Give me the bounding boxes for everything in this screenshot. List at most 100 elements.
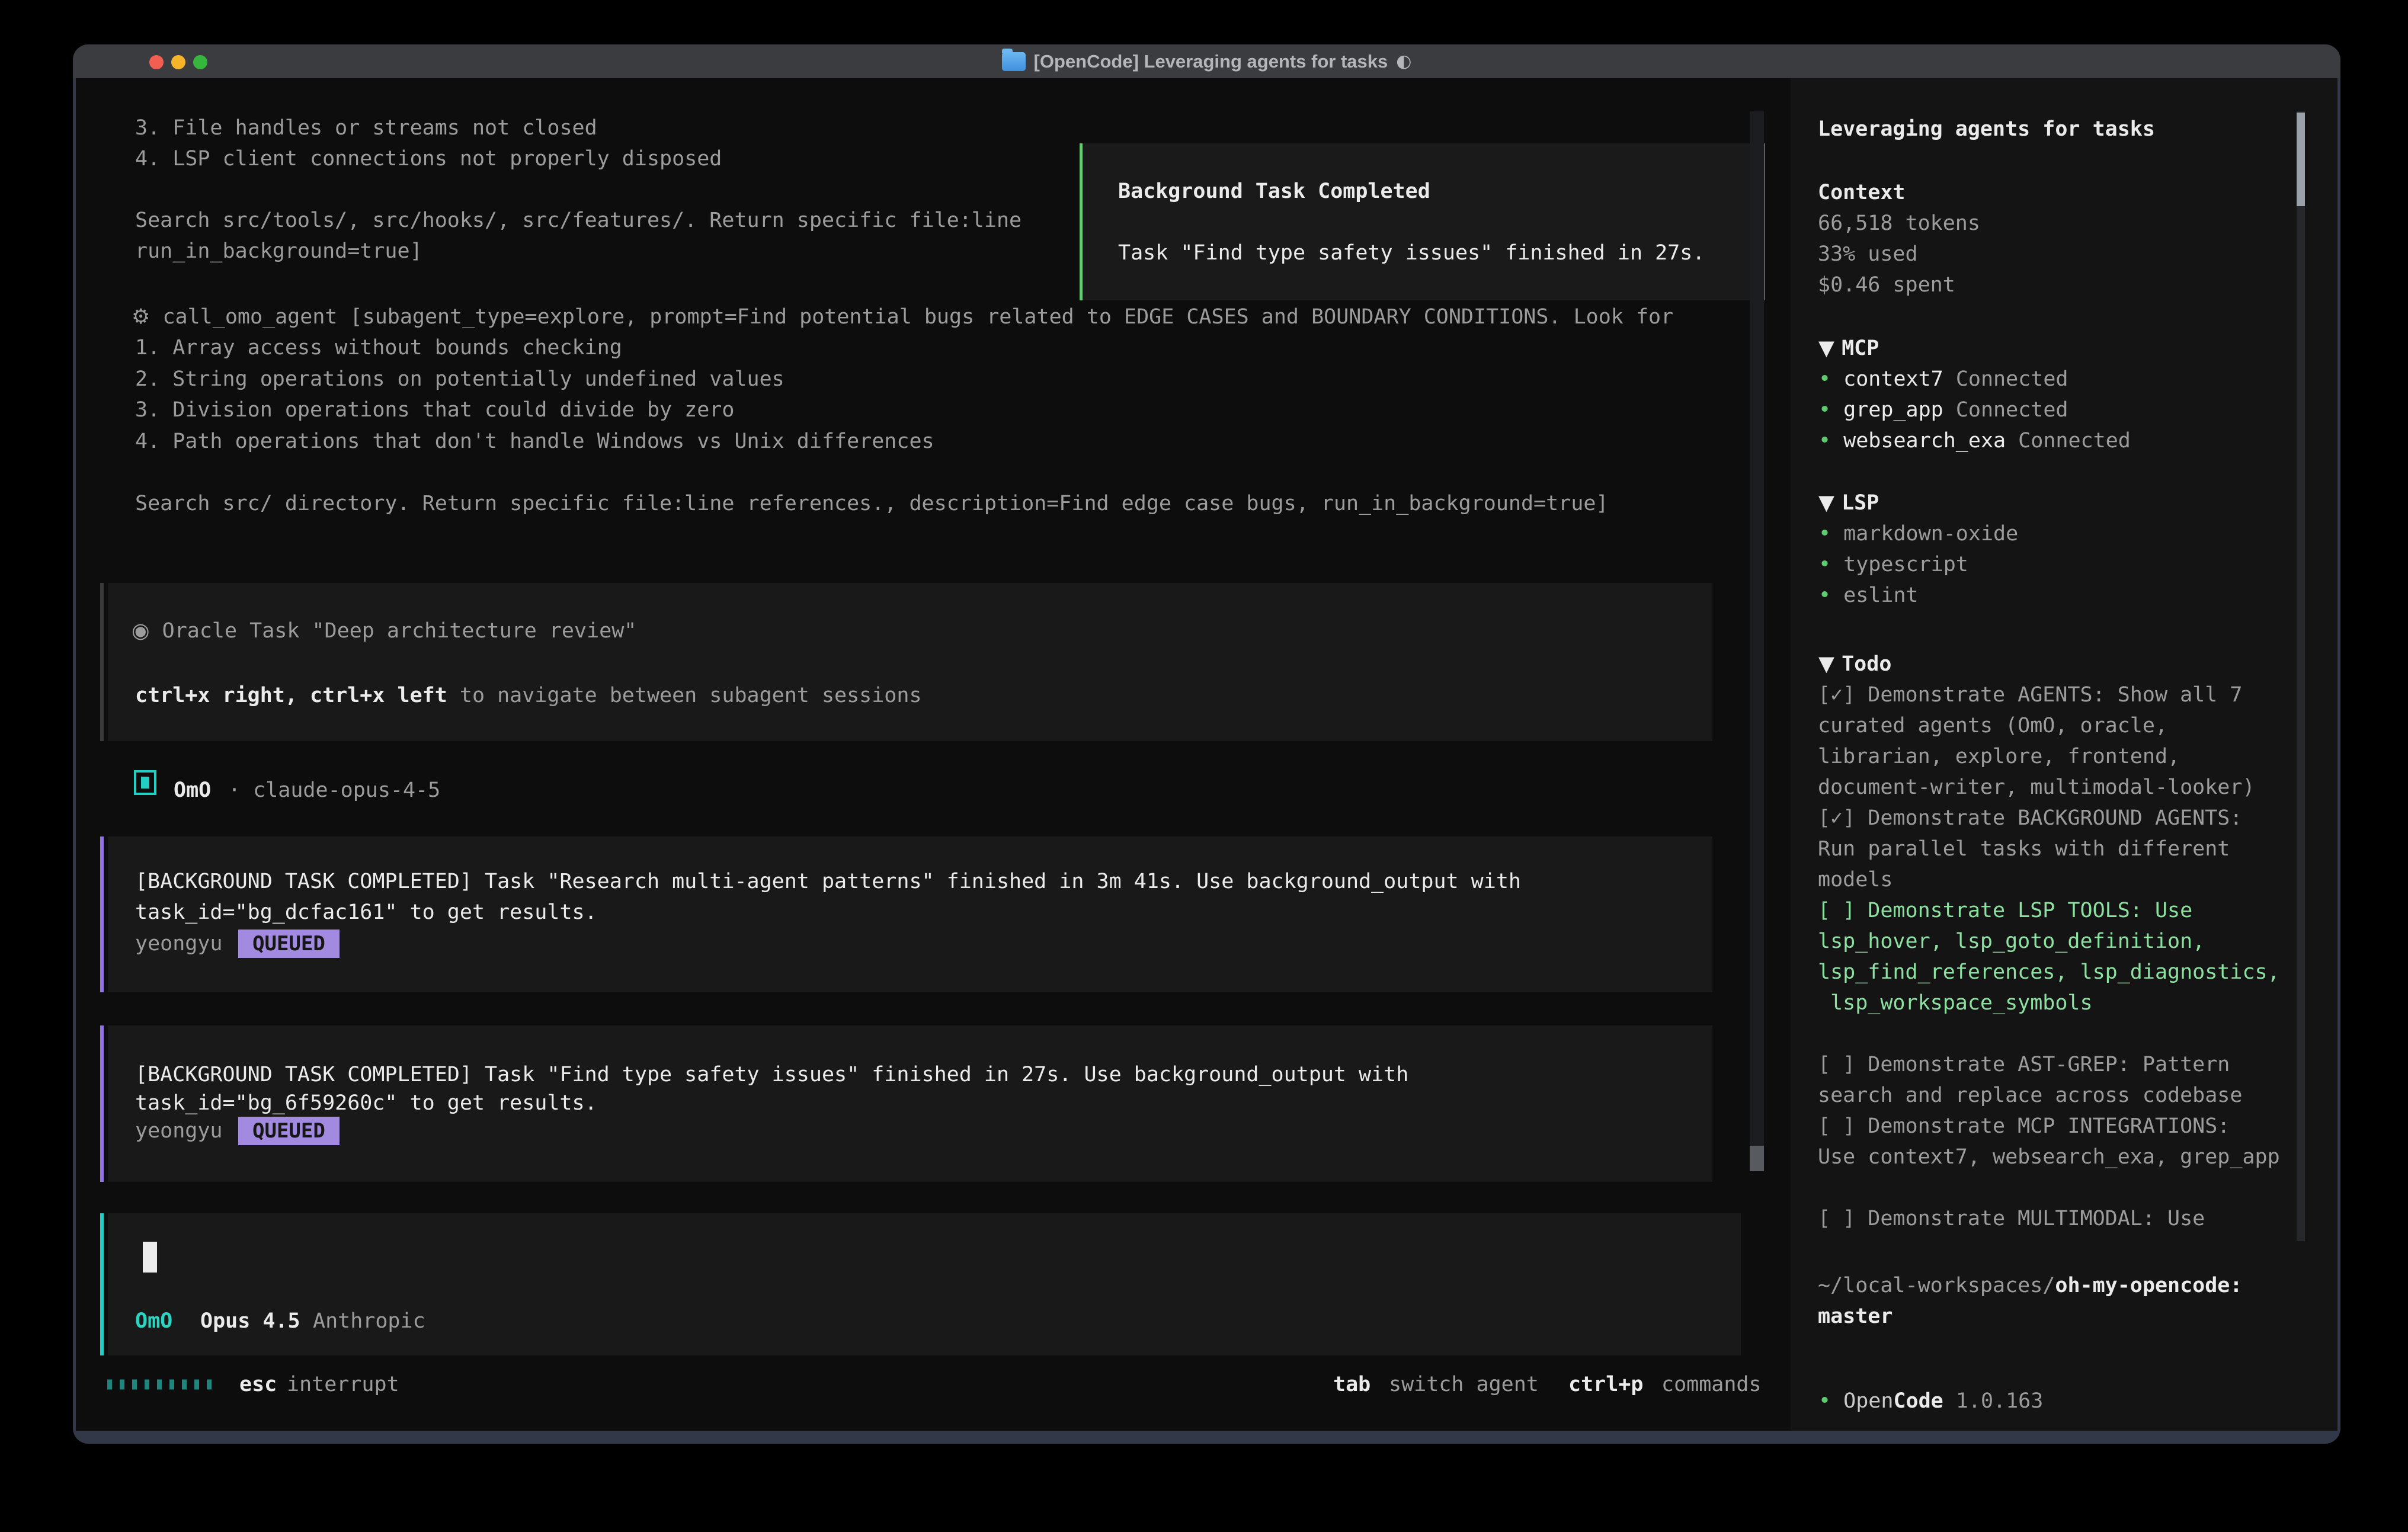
- todo-line-active: lsp_workspace_symbols: [1818, 988, 2093, 1018]
- subagent-nav-hint: ctrl+x right, ctrl+x left to navigate be…: [135, 680, 922, 711]
- todo-line: [ ] Demonstrate AST-GREP: Pattern: [1818, 1049, 2230, 1080]
- prompt-input[interactable]: OmO Opus 4.5 Anthropic: [108, 1213, 1741, 1355]
- todo-line: curated agents (OmO, oracle,: [1818, 710, 2167, 741]
- agent-model: · claude-opus-4-5: [228, 775, 440, 806]
- close-button[interactable]: [149, 55, 164, 69]
- screen: [OpenCode] Leveraging agents for tasks ◐…: [0, 0, 2408, 1532]
- status-dot-icon: •: [1818, 553, 1843, 576]
- oracle-panel-bar: [100, 583, 104, 741]
- record-circle-icon: ◉: [132, 619, 150, 643]
- mcp-section-header[interactable]: ▼ MCP: [1818, 333, 1879, 364]
- agent-name[interactable]: OmO: [174, 775, 211, 806]
- window-title: [OpenCode] Leveraging agents for tasks: [1034, 51, 1388, 72]
- workspace-path: ~/local-workspaces/oh-my-opencode:: [1818, 1270, 2242, 1301]
- mcp-item: • grep_app Connected: [1818, 395, 2068, 425]
- tool-call-item: 1. Array access without bounds checking: [135, 332, 622, 363]
- status-dot-icon: •: [1818, 367, 1843, 391]
- todo-line-active: lsp_hover, lsp_goto_definition,: [1818, 926, 2205, 957]
- notification-panel: Background Task Completed Task "Find typ…: [1080, 143, 1765, 300]
- todo-section-header[interactable]: ▼ Todo: [1818, 649, 1891, 680]
- sidebar-scrollbar-thumb[interactable]: [2297, 113, 2305, 206]
- context-used: 33% used: [1818, 239, 1918, 270]
- oracle-label: Oracle Task "Deep architecture review": [162, 619, 637, 643]
- scrollback-line: 4. LSP client connections not properly d…: [135, 143, 722, 174]
- todo-line: Use context7, websearch_exa, grep_app: [1818, 1142, 2280, 1172]
- hint-rest: to navigate between subagent sessions: [447, 684, 922, 707]
- todo-line: document-writer, multimodal-looker): [1818, 772, 2255, 803]
- mcp-item: • context7 Connected: [1818, 364, 2068, 395]
- todo-line: [ ] Demonstrate MCP INTEGRATIONS:: [1818, 1111, 2230, 1142]
- author-label: yeongyu: [135, 1116, 223, 1146]
- todo-line: Run parallel tasks with different: [1818, 834, 2230, 864]
- agent-icon: [134, 770, 156, 795]
- context-spent: $0.46 spent: [1818, 270, 1955, 300]
- folder-icon: [1002, 52, 1026, 71]
- tab-key-hint: tab: [1333, 1369, 1370, 1400]
- notification-body: Task "Find type safety issues" finished …: [1118, 238, 1705, 268]
- scrollback-line: 3. File handles or streams not closed: [135, 113, 597, 143]
- titlebar[interactable]: [OpenCode] Leveraging agents for tasks ◐: [73, 44, 2340, 78]
- message-line: task_id="bg_dcfac161" to get results.: [135, 897, 597, 928]
- lsp-item: • markdown-oxide: [1818, 518, 2018, 549]
- oracle-label-line: ◉ Oracle Task "Deep architecture review": [132, 616, 636, 646]
- mcp-item: • websearch_exa Connected: [1818, 425, 2131, 456]
- main-scrollbar-track[interactable]: [1750, 111, 1764, 1171]
- half-circle-icon: ◐: [1396, 51, 1411, 72]
- context-tokens: 66,518 tokens: [1818, 208, 1980, 239]
- status-dot-icon: •: [1818, 522, 1843, 546]
- scrollback-line: Search src/tools/, src/hooks/, src/featu…: [135, 205, 1022, 236]
- input-agent-label[interactable]: OmO: [135, 1306, 172, 1337]
- todo-line: search and replace across codebase: [1818, 1080, 2242, 1111]
- queued-badge: QUEUED: [238, 1117, 340, 1145]
- lsp-section-header[interactable]: ▼ LSP: [1818, 488, 1879, 518]
- todo-line-active: [ ] Demonstrate LSP TOOLS: Use: [1818, 895, 2192, 926]
- ctrlp-key-label: commands: [1661, 1369, 1762, 1400]
- text-cursor: [143, 1242, 157, 1273]
- notification-title: Background Task Completed: [1118, 176, 1430, 207]
- collapse-triangle-icon: ▼: [1818, 336, 1842, 360]
- hint-keys: ctrl+x right, ctrl+x left: [135, 684, 447, 707]
- status-dot-icon: •: [1818, 398, 1843, 422]
- todo-line: [ ] Demonstrate MULTIMODAL: Use: [1818, 1203, 2205, 1234]
- tool-call-item: 3. Division operations that could divide…: [135, 395, 734, 425]
- terminal-window: [OpenCode] Leveraging agents for tasks ◐…: [73, 44, 2340, 1444]
- message-line: task_id="bg_6f59260c" to get results.: [135, 1088, 597, 1118]
- scrollback-line: run_in_background=true]: [135, 236, 422, 267]
- message-line: [BACKGROUND TASK COMPLETED] Task "Resear…: [135, 866, 1521, 897]
- todo-line: models: [1818, 864, 1893, 895]
- todo-line: librarian, explore, frontend,: [1818, 741, 2180, 772]
- ctrlp-key-hint: ctrl+p: [1568, 1369, 1643, 1400]
- lsp-item: • typescript: [1818, 549, 1968, 580]
- branch-name: master: [1818, 1301, 1893, 1332]
- message-accent-bar: [100, 1025, 104, 1182]
- tool-call-item: 4. Path operations that don't handle Win…: [135, 426, 934, 457]
- context-heading: Context: [1818, 177, 1906, 208]
- gear-icon: ⚙: [132, 305, 150, 329]
- progress-spinner-icon: [107, 1380, 212, 1390]
- esc-key-hint: esc: [239, 1369, 277, 1400]
- sidebar-scrollbar-track[interactable]: [2297, 111, 2305, 1241]
- todo-line: [✓] Demonstrate BACKGROUND AGENTS:: [1818, 803, 2242, 834]
- tool-call-line: ⚙ call_omo_agent [subagent_type=explore,…: [132, 302, 1673, 332]
- tab-key-label: switch agent: [1389, 1369, 1539, 1400]
- maximize-button[interactable]: [193, 55, 207, 69]
- main-scrollbar-thumb[interactable]: [1750, 1146, 1764, 1171]
- tool-call-item: 2. String operations on potentially unde…: [135, 364, 784, 395]
- collapse-triangle-icon: ▼: [1818, 491, 1842, 515]
- sidebar-title: Leveraging agents for tasks: [1818, 114, 2155, 145]
- oracle-panel: ◉ Oracle Task "Deep architecture review"…: [108, 583, 1712, 741]
- terminal-content: 3. File handles or streams not closed 4.…: [76, 78, 2337, 1431]
- status-dot-icon: •: [1818, 429, 1843, 453]
- lsp-item: • eslint: [1818, 580, 1919, 611]
- input-provider-label: Anthropic: [313, 1306, 425, 1337]
- esc-key-label: interrupt: [287, 1369, 399, 1400]
- input-accent-bar: [100, 1213, 104, 1355]
- input-model-label[interactable]: Opus 4.5: [200, 1306, 300, 1337]
- status-dot-icon: •: [1818, 1389, 1843, 1413]
- queued-badge: QUEUED: [238, 930, 340, 958]
- status-dot-icon: •: [1818, 584, 1843, 607]
- minimize-button[interactable]: [171, 55, 185, 69]
- message-accent-bar: [100, 836, 104, 992]
- collapse-triangle-icon: ▼: [1818, 652, 1842, 676]
- message-line: [BACKGROUND TASK COMPLETED] Task "Find t…: [135, 1059, 1408, 1090]
